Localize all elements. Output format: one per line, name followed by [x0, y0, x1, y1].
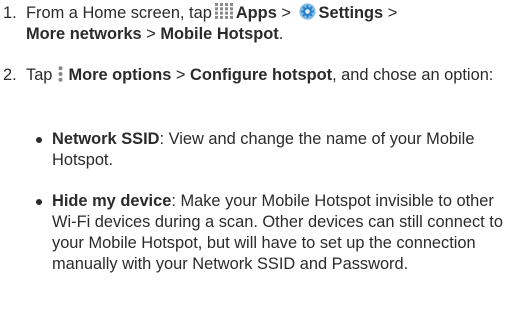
more-options-label: More options: [68, 66, 172, 84]
step-1: 1. From a Home screen, tap Apps > Settin…: [0, 3, 510, 45]
apps-grid-icon: [214, 3, 233, 19]
step-2-intro: Tap: [26, 66, 53, 84]
step-2-text: Tap More options > Configure hotspot, an…: [26, 65, 510, 86]
step-1-text: From a Home screen, tap Apps > Settings …: [26, 3, 510, 45]
option-title: Network SSID: [52, 130, 160, 148]
apps-label: Apps: [235, 4, 277, 22]
step-1-number: 1.: [3, 4, 17, 22]
option-title: Hide my device: [52, 192, 172, 210]
step-2-number: 2.: [3, 66, 17, 84]
more-options-vertical-dots-icon: [58, 66, 63, 82]
step-2-outro: , and chose an option:: [332, 66, 494, 84]
settings-gear-icon: [298, 3, 316, 20]
option-hide-my-device: Hide my device: Make your Mobile Hotspot…: [36, 191, 510, 275]
instructions-page: 1. From a Home screen, tap Apps > Settin…: [0, 0, 513, 323]
option-text: Hide my device: Make your Mobile Hotspot…: [52, 191, 510, 275]
option-network-ssid: Network SSID: View and change the name o…: [36, 129, 510, 171]
option-text: Network SSID: View and change the name o…: [52, 129, 510, 171]
separator: >: [387, 4, 398, 22]
more-networks-label: More networks: [26, 25, 142, 43]
configure-hotspot-label: Configure hotspot: [190, 66, 333, 84]
bullet-dot: [36, 137, 42, 143]
separator: >: [281, 4, 291, 22]
step-1-intro: From a Home screen, tap: [26, 4, 212, 22]
bullet-dot: [36, 199, 42, 205]
period: .: [278, 25, 284, 43]
separator: >: [175, 66, 186, 84]
mobile-hotspot-label: Mobile Hotspot: [160, 25, 279, 43]
separator: >: [146, 25, 156, 43]
settings-label: Settings: [318, 4, 384, 22]
step-2: 2. Tap More options > Configure hotspot,…: [0, 65, 510, 86]
